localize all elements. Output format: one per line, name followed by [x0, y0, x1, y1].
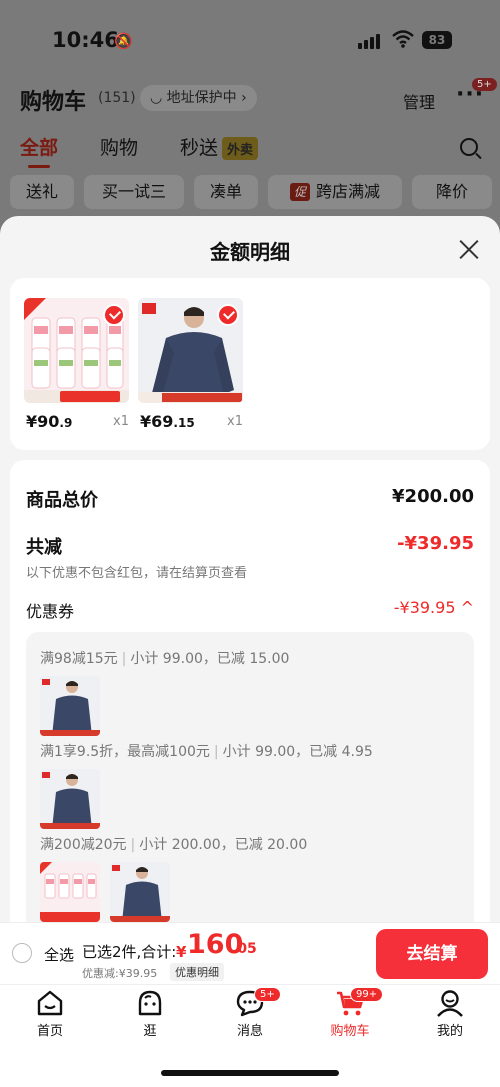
- product-image-drink: [24, 298, 129, 403]
- checkout-bar: 全选 已选2件,合计: ¥ 160 .05 优惠减:¥39.95 优惠明细 去结…: [0, 922, 500, 984]
- address-protection-chip[interactable]: ◡ 地址保护中 ›: [140, 85, 257, 111]
- product-quantity: x1: [227, 414, 243, 429]
- product-price: ¥90.9: [26, 412, 72, 431]
- product-price-main: ¥69: [140, 412, 174, 431]
- tab-all[interactable]: 全部: [20, 133, 58, 168]
- selected-check-icon: [103, 304, 125, 326]
- coupon-rule-row: 满1享9.5折，最高减100元 | 小计 99.00，已减 4.95: [40, 741, 373, 761]
- filter-cross-store[interactable]: 促跨店满减: [268, 175, 402, 209]
- filter-gift[interactable]: 送礼: [10, 175, 74, 209]
- cart-title: 购物车: [20, 90, 87, 115]
- wifi-icon: [392, 30, 414, 53]
- product-price-main: ¥90: [26, 412, 60, 431]
- filter-cross-store-label: 跨店满减: [316, 182, 381, 201]
- takeout-badge: 外卖: [222, 137, 259, 160]
- filter-bundle[interactable]: 凑单: [194, 175, 258, 209]
- sheet-title: 金额明细: [210, 240, 290, 264]
- total-currency: ¥: [176, 943, 187, 961]
- status-bar: 10:46 🔕 83: [0, 28, 500, 56]
- filter-try[interactable]: 买一试三: [84, 175, 184, 209]
- coupon-detail: 小计 99.00，已减 4.95: [222, 744, 373, 760]
- total-reduction-label: 共减: [26, 537, 62, 558]
- battery-indicator: 83: [422, 31, 452, 49]
- coupon-product-thumbnail: [110, 862, 170, 922]
- product-image-sweater: [138, 298, 243, 403]
- search-icon[interactable]: [460, 138, 478, 156]
- tab-cart-label: 购物车: [330, 1024, 370, 1039]
- discount-note: 以下优惠不包含红包，请在结算页查看: [26, 566, 248, 581]
- close-icon[interactable]: [458, 238, 480, 260]
- chevron-up-icon: ^: [460, 598, 474, 617]
- coupon-divider: |: [130, 837, 136, 853]
- coupon-rule-row: 满98减15元 | 小计 99.00，已减 15.00: [40, 648, 289, 668]
- cart-count: (151): [98, 90, 136, 106]
- mute-bell-icon: 🔕: [114, 32, 133, 50]
- product-price-decimal: .9: [59, 416, 73, 430]
- tab-instant-delivery[interactable]: 秒送: [180, 133, 218, 160]
- profile-icon: [437, 990, 463, 1017]
- total-amount-decimal: .05: [232, 941, 257, 957]
- tab-cart[interactable]: 99+ 购物车: [300, 987, 400, 1039]
- product-price: ¥69.15: [140, 412, 195, 431]
- tab-shopping[interactable]: 购物: [100, 133, 138, 160]
- product-quantity: x1: [113, 414, 129, 429]
- coupon-rule-row: 满200减20元 | 小计 200.00，已减 20.00: [40, 834, 307, 854]
- status-time: 10:46: [52, 28, 119, 52]
- total-price-label: 商品总价: [26, 490, 98, 511]
- tab-messages-label: 消息: [236, 1024, 263, 1039]
- cart-header: 购物车 (151) ◡ 地址保护中 › 管理 ··· 5+: [0, 78, 500, 116]
- total-price-value: ¥200.00: [392, 486, 474, 507]
- coupon-rule: 满1享9.5折，最高减100元: [40, 744, 210, 760]
- tab-home[interactable]: 首页: [0, 989, 100, 1039]
- coupon-toggle[interactable]: -¥39.95 ^: [394, 598, 474, 617]
- select-all-label[interactable]: 全选: [44, 944, 74, 965]
- coupon-product-thumbnail: [40, 769, 100, 829]
- coupon-detail: 小计 99.00，已减 15.00: [130, 651, 290, 667]
- selected-summary: 已选2件,合计:: [82, 943, 177, 961]
- total-reduction-value: -¥39.95: [397, 533, 474, 554]
- home-indicator[interactable]: [161, 1070, 339, 1076]
- cart-page-background: 10:46 🔕 83 购物车 (151) ◡ 地址保护中 › 管理 ··· 5+…: [0, 0, 500, 240]
- tab-discover[interactable]: 逛: [100, 989, 200, 1039]
- messages-badge: 5+: [254, 987, 281, 1002]
- coupon-divider: |: [213, 744, 219, 760]
- more-badge: 5+: [472, 78, 497, 91]
- address-chip-label: 地址保护中: [166, 90, 237, 106]
- home-icon: [37, 990, 63, 1016]
- coupon-rule: 满98减15元: [40, 651, 118, 667]
- coupon-value: -¥39.95: [393, 598, 456, 617]
- cart-badge: 99+: [350, 987, 384, 1002]
- filter-price-drop[interactable]: 降价: [412, 175, 492, 209]
- signal-icon: [358, 33, 382, 49]
- coupon-divider: |: [121, 651, 127, 667]
- discount-detail-button[interactable]: 优惠明细: [170, 963, 224, 981]
- coupon-detail: 小计 200.00，已减 20.00: [139, 837, 308, 853]
- tab-profile-label: 我的: [436, 1024, 463, 1039]
- discover-icon: [138, 990, 162, 1016]
- selected-check-icon: [217, 304, 239, 326]
- product-item[interactable]: ¥90.9 x1: [24, 298, 129, 431]
- tab-messages[interactable]: 5+ 消息: [200, 987, 300, 1039]
- discount-summary: 优惠减:¥39.95: [82, 967, 158, 980]
- product-card: ¥90.9 x1 ¥69.15 x1: [10, 278, 490, 450]
- filter-chips: 送礼 买一试三 凑单 促跨店满减 降价: [0, 175, 500, 209]
- product-price-decimal: .15: [173, 416, 195, 430]
- select-all-radio[interactable]: [12, 943, 32, 963]
- coupon-product-thumbnail: [40, 676, 100, 736]
- coupon-label: 优惠券: [26, 602, 75, 621]
- checkout-button[interactable]: 去结算: [376, 929, 488, 979]
- tab-discover-label: 逛: [143, 1024, 157, 1039]
- tab-profile[interactable]: 我的: [400, 989, 500, 1039]
- coupon-product-thumbnail: [40, 862, 100, 922]
- product-item[interactable]: ¥69.15 x1: [138, 298, 243, 431]
- tab-home-label: 首页: [36, 1024, 63, 1039]
- promo-tag: 促: [289, 183, 310, 201]
- manage-button[interactable]: 管理: [403, 89, 435, 113]
- coupon-rule: 满200减20元: [40, 837, 127, 853]
